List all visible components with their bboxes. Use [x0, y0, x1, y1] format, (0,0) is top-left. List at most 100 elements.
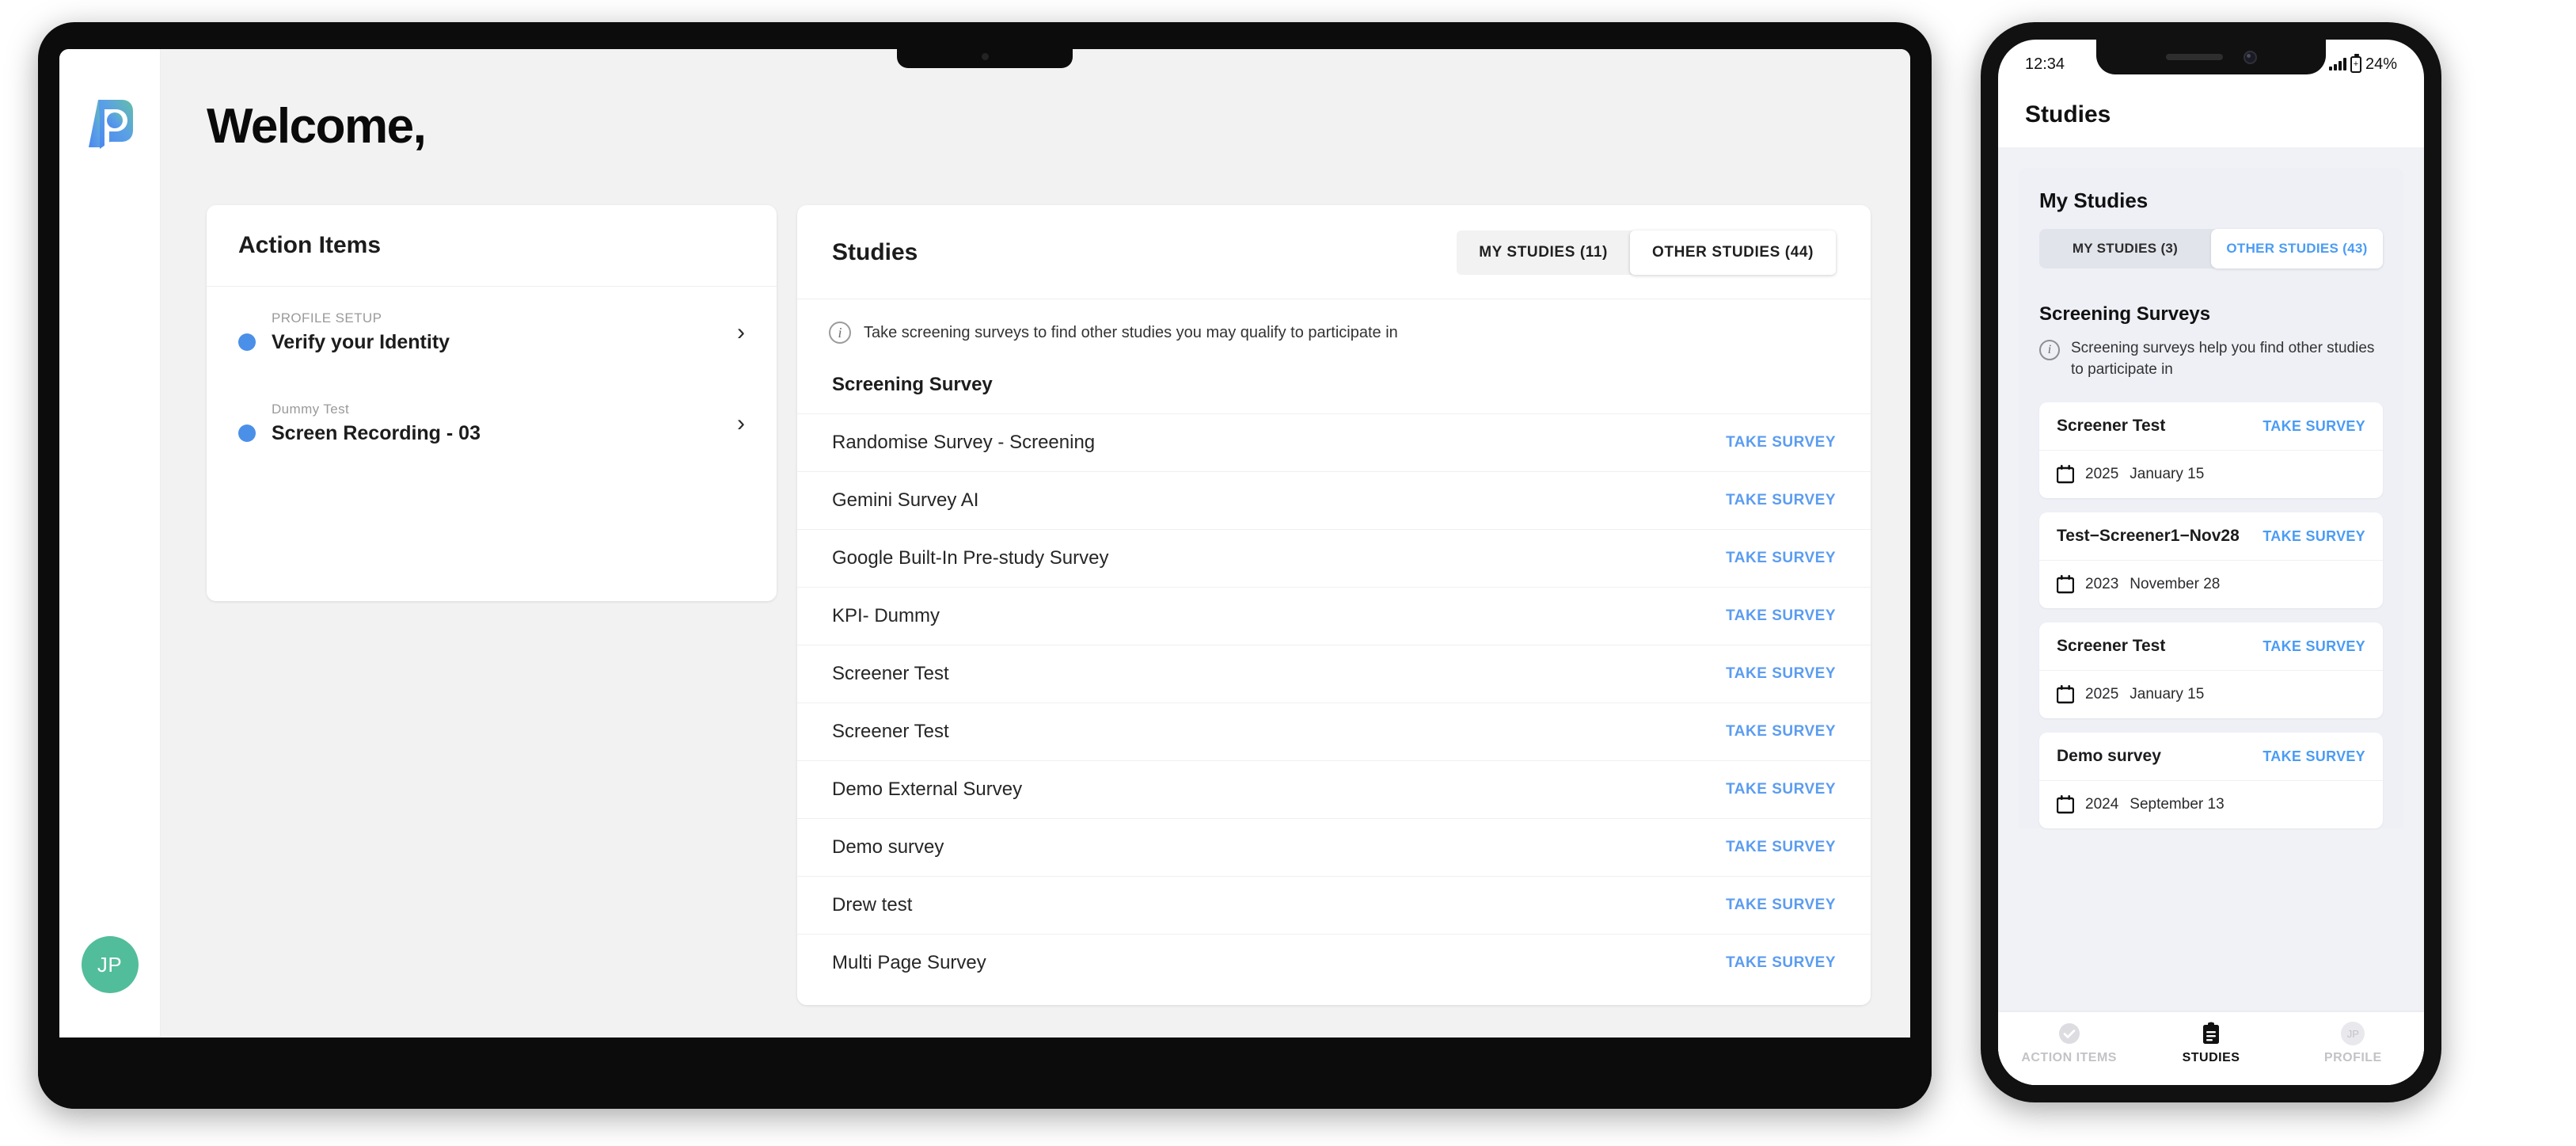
survey-row[interactable]: Randomise Survey - Screening TAKE SURVEY — [797, 413, 1871, 471]
phone-survey-card-list: Screener Test TAKE SURVEY 2025 January 1… — [2019, 388, 2403, 829]
chevron-right-icon: › — [737, 409, 745, 436]
phone-speaker-icon — [2165, 54, 2223, 60]
check-circle-icon — [2057, 1022, 2081, 1045]
phone-camera-icon — [2243, 50, 2257, 64]
action-item-texts: PROFILE SETUP Verify your Identity — [272, 310, 737, 354]
tab-studies[interactable]: STUDIES — [2141, 1022, 2282, 1065]
user-avatar[interactable]: JP — [81, 936, 139, 993]
survey-row[interactable]: Screener Test TAKE SURVEY — [797, 645, 1871, 702]
calendar-icon — [2057, 795, 2074, 814]
action-item-row[interactable]: PROFILE SETUP Verify your Identity › — [207, 287, 777, 378]
survey-card-header: Test−Screener1−Nov28 TAKE SURVEY — [2039, 512, 2383, 562]
tab-action-items[interactable]: ACTION ITEMS — [1999, 1022, 2140, 1065]
screening-info-banner: i Screening surveys help you find other … — [2039, 338, 2383, 380]
my-studies-title: My Studies — [2039, 188, 2149, 212]
p-brand-logo-icon — [88, 100, 133, 149]
calendar-icon — [2057, 685, 2074, 704]
studies-tab-group: MY STUDIES (11) OTHER STUDIES (44) — [1457, 230, 1836, 275]
survey-name: Drew test — [832, 894, 913, 916]
take-survey-link[interactable]: TAKE SURVEY — [1726, 781, 1836, 798]
survey-card[interactable]: Screener Test TAKE SURVEY 2025 January 1… — [2039, 622, 2383, 719]
battery-icon: + — [2350, 53, 2361, 73]
phone-tab-other-studies[interactable]: OTHER STUDIES (43) — [2211, 229, 2383, 268]
take-survey-link[interactable]: TAKE SURVEY — [1726, 954, 1836, 972]
avatar-icon: JP — [2341, 1022, 2365, 1045]
tab-label: ACTION ITEMS — [2021, 1051, 2117, 1064]
survey-card-title: Screener Test — [2057, 417, 2166, 436]
take-survey-link[interactable]: TAKE SURVEY — [1726, 839, 1836, 856]
survey-row[interactable]: Gemini Survey AI TAKE SURVEY — [797, 471, 1871, 529]
action-item-row[interactable]: Dummy Test Screen Recording - 03 › — [207, 378, 777, 469]
take-survey-link[interactable]: TAKE SURVEY — [1726, 897, 1836, 914]
laptop-device-frame: JP Welcome, Action Items PROFILE SETUP V… — [38, 22, 1932, 1109]
survey-card-body: 2023 November 28 — [2039, 561, 2383, 608]
phone-scroll-body[interactable]: My Studies MY STUDIES (3) OTHER STUDIES … — [1998, 147, 2424, 1085]
screenshot-stage: JP Welcome, Action Items PROFILE SETUP V… — [0, 0, 2576, 1146]
tab-profile[interactable]: JP PROFILE — [2283, 1022, 2424, 1065]
take-survey-link[interactable]: TAKE SURVEY — [2263, 748, 2365, 765]
tab-my-studies[interactable]: MY STUDIES (11) — [1457, 230, 1630, 275]
take-survey-link[interactable]: TAKE SURVEY — [1726, 607, 1836, 625]
tab-avatar-initials: JP — [2341, 1022, 2365, 1045]
studies-info-banner: i Take screening surveys to find other s… — [797, 299, 1871, 361]
survey-name: Google Built-In Pre-study Survey — [832, 547, 1109, 569]
phone-header: Studies — [1998, 81, 2424, 147]
signal-bars-icon — [2328, 58, 2346, 70]
survey-card-year: 2025 — [2085, 466, 2119, 483]
action-item-category: PROFILE SETUP — [272, 310, 382, 326]
panels-row: Action Items PROFILE SETUP Verify your I… — [192, 205, 1879, 1005]
avatar-initials: JP — [97, 952, 123, 977]
my-studies-section-header: My Studies — [2019, 168, 2403, 229]
status-dot-icon — [238, 425, 256, 442]
survey-card-header: Screener Test TAKE SURVEY — [2039, 622, 2383, 672]
survey-row[interactable]: KPI- Dummy TAKE SURVEY — [797, 587, 1871, 645]
take-survey-link[interactable]: TAKE SURVEY — [1726, 665, 1836, 683]
survey-row[interactable]: Screener Test TAKE SURVEY — [797, 702, 1871, 760]
take-survey-link[interactable]: TAKE SURVEY — [1726, 434, 1836, 451]
studies-info-text: Take screening surveys to find other stu… — [864, 323, 1398, 341]
studies-header: Studies MY STUDIES (11) OTHER STUDIES (4… — [797, 205, 1871, 299]
survey-name: Randomise Survey - Screening — [832, 432, 1096, 453]
calendar-icon — [2057, 465, 2074, 484]
action-items-title: Action Items — [238, 232, 382, 258]
survey-row[interactable]: Demo External Survey TAKE SURVEY — [797, 760, 1871, 818]
action-item-category: Dummy Test — [272, 402, 350, 417]
tab-label: PROFILE — [2323, 1051, 2382, 1064]
phone-screening-section: Screening Surveys i Screening surveys he… — [2019, 286, 2403, 389]
calendar-icon — [2057, 575, 2074, 594]
status-time: 12:34 — [2025, 55, 2065, 73]
take-survey-link[interactable]: TAKE SURVEY — [2263, 528, 2365, 545]
survey-row[interactable]: Multi Page Survey TAKE SURVEY — [797, 934, 1871, 992]
survey-card-title: Demo survey — [2057, 747, 2161, 766]
take-survey-link[interactable]: TAKE SURVEY — [1726, 550, 1836, 567]
chevron-right-icon: › — [737, 318, 745, 345]
take-survey-link[interactable]: TAKE SURVEY — [2263, 418, 2365, 435]
survey-card[interactable]: Screener Test TAKE SURVEY 2025 January 1… — [2039, 402, 2383, 499]
survey-card-header: Demo survey TAKE SURVEY — [2039, 733, 2383, 782]
clipboard-icon — [2199, 1022, 2223, 1045]
survey-name: Demo External Survey — [832, 779, 1023, 800]
survey-row[interactable]: Drew test TAKE SURVEY — [797, 876, 1871, 934]
tab-label: STUDIES — [2182, 1051, 2240, 1064]
phone-tab-my-studies[interactable]: MY STUDIES (3) — [2039, 229, 2211, 268]
take-survey-link[interactable]: TAKE SURVEY — [1726, 492, 1836, 509]
survey-card-year: 2023 — [2085, 576, 2119, 593]
take-survey-link[interactable]: TAKE SURVEY — [2263, 638, 2365, 655]
survey-card-header: Screener Test TAKE SURVEY — [2039, 402, 2383, 451]
laptop-base-bezel — [38, 1037, 1932, 1109]
phone-notch — [2096, 40, 2326, 74]
survey-name: Demo survey — [832, 836, 944, 858]
phone-tab-group: MY STUDIES (3) OTHER STUDIES (43) — [2039, 229, 2383, 268]
survey-card[interactable]: Test−Screener1−Nov28 TAKE SURVEY 2023 No… — [2039, 512, 2383, 609]
phone-device-frame: 12:34 + 24% Studies My Studies MY STUDIE… — [1981, 22, 2441, 1102]
desktop-app-viewport: JP Welcome, Action Items PROFILE SETUP V… — [59, 49, 1910, 1037]
survey-card-body: 2024 September 13 — [2039, 781, 2383, 828]
survey-row[interactable]: Google Built-In Pre-study Survey TAKE SU… — [797, 529, 1871, 587]
take-survey-link[interactable]: TAKE SURVEY — [1726, 723, 1836, 741]
tab-other-studies[interactable]: OTHER STUDIES (44) — [1630, 230, 1836, 275]
action-item-title: Verify your Identity — [272, 331, 450, 353]
action-items-card: Action Items PROFILE SETUP Verify your I… — [207, 205, 777, 601]
survey-row[interactable]: Demo survey TAKE SURVEY — [797, 818, 1871, 876]
survey-card[interactable]: Demo survey TAKE SURVEY 2024 September 1… — [2039, 733, 2383, 829]
phone-tab-group-wrap: MY STUDIES (3) OTHER STUDIES (43) — [2019, 229, 2403, 286]
